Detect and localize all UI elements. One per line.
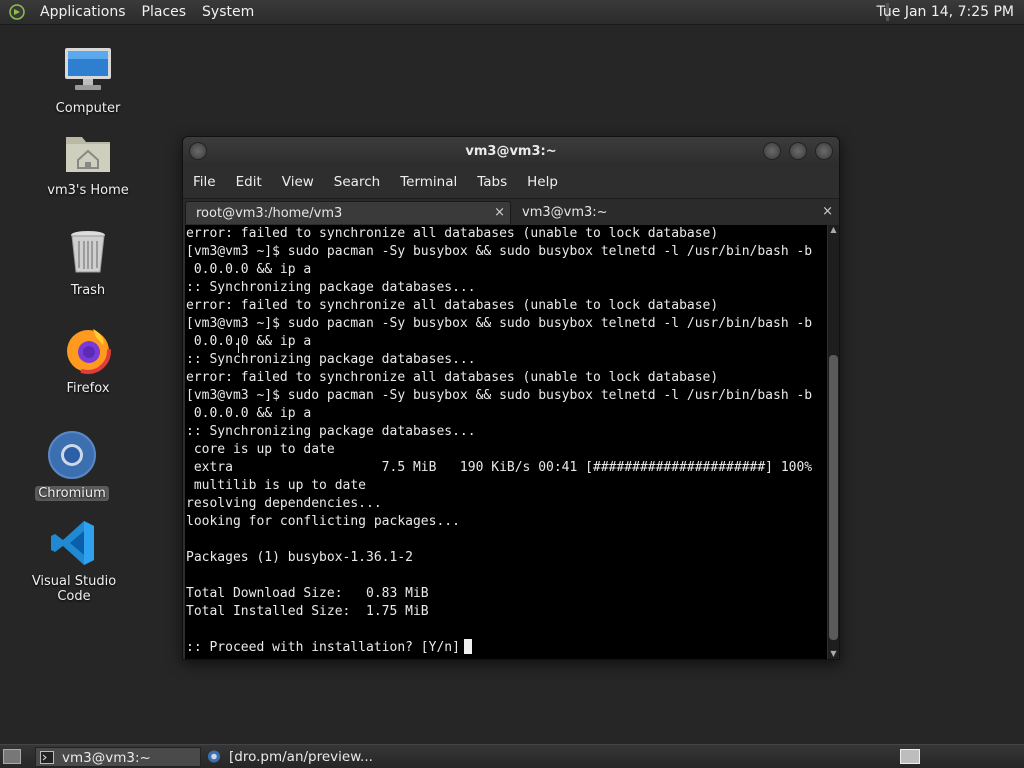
terminal-line: 0.0.0.0 && ip a [186,262,312,277]
terminal-line: Total Installed Size: 1.75 MiB [186,604,429,619]
places-menu[interactable]: Places [134,4,195,20]
terminal-line: extra 7.5 MiB 190 KiB/s 00:41 [#########… [186,460,813,475]
window-titlebar[interactable]: vm3@vm3:~ [183,137,839,167]
trash-icon [71,231,105,273]
terminal-line: looking for conflicting packages... [186,514,460,529]
top-panel: Applications Places System Tue Jan 14, 7… [0,0,1024,25]
desktop-icon-firefox[interactable]: Firefox [33,325,143,396]
desktop-icon-home[interactable]: vm3's Home [33,127,143,198]
terminal-tabbar: root@vm3:/home/vm3 × vm3@vm3:~ × [183,198,839,225]
menu-edit[interactable]: Edit [226,174,272,190]
terminal-line: resolving dependencies... [186,496,382,511]
applications-menu[interactable]: Applications [32,4,134,20]
scrollbar-thumb[interactable] [829,355,838,640]
mate-logo-icon[interactable] [8,3,26,21]
tab-close-icon[interactable]: × [494,205,505,220]
computer-icon [65,48,111,90]
desktop-icon-computer[interactable]: Computer [33,45,143,116]
terminal-line: multilib is up to date [186,478,367,493]
desktop-icon-trash[interactable]: Trash [33,227,143,298]
maximize-button[interactable] [789,142,807,160]
terminal-line: core is up to date [186,442,335,457]
clock[interactable]: Tue Jan 14, 7:25 PM [876,4,1014,20]
terminal-icon [40,751,54,764]
workspace-switcher[interactable] [900,749,920,764]
terminal-line: 0.0.0.0 && ip a [186,406,312,421]
menu-file[interactable]: File [183,174,226,190]
terminal-line: :: Synchronizing package databases... [186,352,476,367]
menu-terminal[interactable]: Terminal [390,174,467,190]
terminal-line: [vm3@vm3 ~]$ sudo pacman -Sy busybox && … [186,316,813,331]
terminal-cursor [463,639,472,654]
tab-vm3-home[interactable]: vm3@vm3:~ × [512,201,838,224]
desktop-icon-label: Trash [70,283,106,298]
terminal-scrollbar[interactable]: ▲ ▼ [828,225,839,659]
terminal-line: Total Download Size: 0.83 MiB [186,586,429,601]
tab-root-home[interactable]: root@vm3:/home/vm3 × [185,201,511,224]
terminal-line: Packages (1) busybox-1.36.1-2 [186,550,413,565]
terminal-line: [vm3@vm3 ~]$ sudo pacman -Sy busybox && … [186,388,813,403]
system-menu[interactable]: System [194,4,262,20]
close-button[interactable] [815,142,833,160]
taskbar-item-browser[interactable]: [dro.pm/an/preview... [203,747,393,767]
desktop-icon-label: Visual Studio Code [31,574,117,604]
tab-label: root@vm3:/home/vm3 [196,206,343,221]
minimize-button[interactable] [763,142,781,160]
desktop-icon-label: Firefox [66,381,110,396]
desktop-icon-chromium[interactable]: Chromium [17,430,127,501]
taskbar-label: vm3@vm3:~ [62,750,151,766]
terminal-line: 0.0.0.0 && ip a [186,334,312,349]
terminal-line: :: Proceed with installation? [Y/n] [185,639,827,657]
chromium-icon [48,431,96,479]
menu-view[interactable]: View [272,174,324,190]
terminal-line: error: failed to synchronize all databas… [186,370,719,385]
terminal-line: error: failed to synchronize all databas… [186,298,719,313]
window-title: vm3@vm3:~ [465,144,557,159]
tab-label: vm3@vm3:~ [522,205,608,220]
scroll-up-icon[interactable]: ▲ [829,226,838,234]
terminal-output[interactable]: error: failed to synchronize all databas… [185,225,827,659]
vscode-icon [51,521,94,565]
scroll-down-icon[interactable]: ▼ [829,650,838,658]
terminal-line: error: failed to synchronize all databas… [186,226,719,241]
show-desktop-icon[interactable] [3,749,21,764]
terminal-menubar: File Edit View Search Terminal Tabs Help [183,167,839,197]
desktop-icon-vscode[interactable]: Visual Studio Code [19,518,129,604]
taskbar-label: [dro.pm/an/preview... [229,749,373,765]
firefox-icon [65,328,111,374]
taskbar-item-terminal[interactable]: vm3@vm3:~ [35,747,201,767]
home-folder-icon [66,137,110,172]
menu-search[interactable]: Search [324,174,390,190]
terminal-window[interactable]: vm3@vm3:~ File Edit View Search Terminal… [182,136,840,660]
browser-icon [207,750,221,763]
desktop-icon-label: Chromium [35,486,109,501]
bottom-panel: vm3@vm3:~ [dro.pm/an/preview... [0,744,1024,768]
desktop-icon-label: vm3's Home [47,183,129,198]
tab-close-icon[interactable]: × [822,204,833,219]
text-cursor-icon [238,338,239,353]
terminal-line: :: Synchronizing package databases... [186,424,476,439]
terminal-line: [vm3@vm3 ~]$ sudo pacman -Sy busybox && … [186,244,813,259]
terminal-line: :: Synchronizing package databases... [186,280,476,295]
menu-tabs[interactable]: Tabs [467,174,517,190]
menu-help[interactable]: Help [517,174,568,190]
desktop-icon-label: Computer [55,101,121,116]
